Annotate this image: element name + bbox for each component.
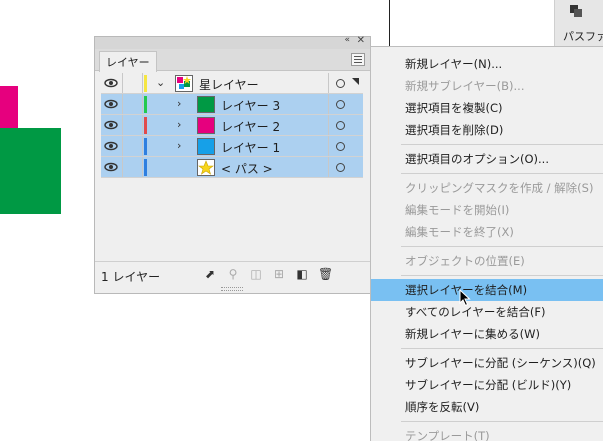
- menu-item-locate-object[interactable]: オブジェクトの位置(E): [371, 250, 603, 272]
- layer-row-2[interactable]: › レイヤー 2: [101, 115, 363, 136]
- clipping-mask-icon[interactable]: ◫: [249, 267, 263, 281]
- eye-icon[interactable]: [104, 140, 118, 152]
- layer-thumbnail: [197, 117, 215, 134]
- panel-titlebar[interactable]: « ✕: [95, 35, 370, 49]
- trash-icon[interactable]: 🗑: [318, 267, 333, 281]
- tab-layers[interactable]: レイヤー: [99, 51, 157, 72]
- pathfinder-panel-tab[interactable]: パスファ: [554, 0, 603, 50]
- pathfinder-label: パスファ: [563, 30, 603, 43]
- corner-marker-icon: [352, 78, 359, 85]
- path-row[interactable]: < パス >: [101, 157, 363, 178]
- menu-item-duplicate[interactable]: 選択項目を複製(C): [371, 97, 603, 119]
- layer-name[interactable]: レイヤー 3: [221, 97, 280, 114]
- target-circle-icon[interactable]: [336, 142, 345, 151]
- layer-list: ⌄ 星レイヤー › レイヤー 3 › レイヤー 2 › レイヤー 1 < パス …: [101, 73, 363, 178]
- chevron-right-icon[interactable]: ›: [177, 97, 181, 110]
- pathfinder-icon: [570, 5, 582, 17]
- layer-row-3[interactable]: › レイヤー 3: [101, 94, 363, 115]
- menu-separator: [401, 348, 603, 349]
- menu-item-delete[interactable]: 選択項目を削除(D): [371, 119, 603, 141]
- resize-grip[interactable]: [221, 287, 243, 291]
- panel-footer: 1 レイヤー ⬈ ⚲ ◫ ⊞ ◧ 🗑: [95, 261, 370, 293]
- menu-separator: [401, 275, 603, 276]
- menu-item-release-build[interactable]: サブレイヤーに分配 (ビルド)(Y): [371, 374, 603, 396]
- menu-item-options[interactable]: 選択項目のオプション(O)...: [371, 148, 603, 170]
- layer-color-bar: [144, 96, 147, 113]
- panel-tabbar: レイヤー: [95, 49, 370, 72]
- layer-name[interactable]: < パス >: [221, 160, 273, 177]
- eye-icon[interactable]: [104, 77, 118, 89]
- layer-name[interactable]: レイヤー 1: [221, 139, 280, 156]
- menu-item-exit-isolation[interactable]: 編集モードを終了(X): [371, 221, 603, 243]
- menu-item-clipping-mask[interactable]: クリッピングマスクを作成 / 解除(S): [371, 177, 603, 199]
- target-circle-icon[interactable]: [336, 121, 345, 130]
- menu-item-reverse-order[interactable]: 順序を反転(V): [371, 396, 603, 418]
- layer-thumbnail: [197, 96, 215, 113]
- star-thumbnail: [197, 159, 215, 176]
- green-rectangle[interactable]: [0, 128, 61, 214]
- target-circle-icon[interactable]: [336, 163, 345, 172]
- menu-separator: [401, 421, 603, 422]
- layer-thumbnail: [197, 138, 215, 155]
- target-circle-icon[interactable]: [336, 100, 345, 109]
- panel-menu-icon[interactable]: [351, 53, 365, 66]
- chevron-right-icon[interactable]: ›: [177, 139, 181, 152]
- menu-item-release-sequence[interactable]: サブレイヤーに分配 (シーケンス)(Q): [371, 352, 603, 374]
- layer-color-bar: [144, 138, 147, 155]
- new-layer-icon[interactable]: ◧: [295, 267, 309, 281]
- search-icon[interactable]: ⚲: [226, 267, 240, 281]
- layer-color-bar: [144, 159, 147, 176]
- chevron-right-icon[interactable]: ›: [177, 118, 181, 131]
- layer-name[interactable]: レイヤー 2: [221, 118, 280, 135]
- export-icon[interactable]: ⬈: [203, 267, 217, 281]
- layers-panel: « ✕ レイヤー ⌄ 星レイヤー › レイヤー 3 › レイヤー 2 › レイヤ…: [94, 35, 371, 294]
- menu-item-flatten[interactable]: すべてのレイヤーを結合(F): [371, 301, 603, 323]
- menu-separator: [401, 144, 603, 145]
- menu-item-new-layer[interactable]: 新規レイヤー(N)...: [371, 53, 603, 75]
- layer-name[interactable]: 星レイヤー: [199, 76, 259, 93]
- pink-rectangle[interactable]: [0, 86, 18, 128]
- menu-separator: [401, 246, 603, 247]
- menu-item-collect-new-layer[interactable]: 新規レイヤーに集める(W): [371, 323, 603, 345]
- eye-icon[interactable]: [104, 161, 118, 173]
- menu-item-template[interactable]: テンプレート(T): [371, 425, 603, 441]
- eye-icon[interactable]: [104, 119, 118, 131]
- layer-color-bar: [144, 75, 147, 92]
- close-icon[interactable]: ✕: [357, 35, 365, 46]
- layers-context-menu: 新規レイヤー(N)... 新規サブレイヤー(B)... 選択項目を複製(C) 選…: [370, 46, 603, 441]
- layer-row-star[interactable]: ⌄ 星レイヤー: [101, 73, 363, 94]
- layer-count: 1 レイヤー: [101, 270, 161, 284]
- layer-row-1[interactable]: › レイヤー 1: [101, 136, 363, 157]
- menu-item-merge-selected[interactable]: 選択レイヤーを結合(M): [371, 279, 603, 301]
- menu-item-new-sublayer[interactable]: 新規サブレイヤー(B)...: [371, 75, 603, 97]
- layer-color-bar: [144, 117, 147, 134]
- sublayer-icon[interactable]: ⊞: [272, 267, 286, 281]
- chevron-down-icon[interactable]: ⌄: [156, 76, 165, 89]
- mouse-cursor-icon: [459, 289, 471, 307]
- eye-icon[interactable]: [104, 98, 118, 110]
- menu-item-enter-isolation[interactable]: 編集モードを開始(I): [371, 199, 603, 221]
- artboard-edge: [389, 0, 390, 46]
- target-circle-icon[interactable]: [336, 79, 345, 88]
- collapse-icon[interactable]: «: [344, 35, 350, 45]
- layer-thumbnail: [175, 75, 193, 92]
- menu-separator: [401, 173, 603, 174]
